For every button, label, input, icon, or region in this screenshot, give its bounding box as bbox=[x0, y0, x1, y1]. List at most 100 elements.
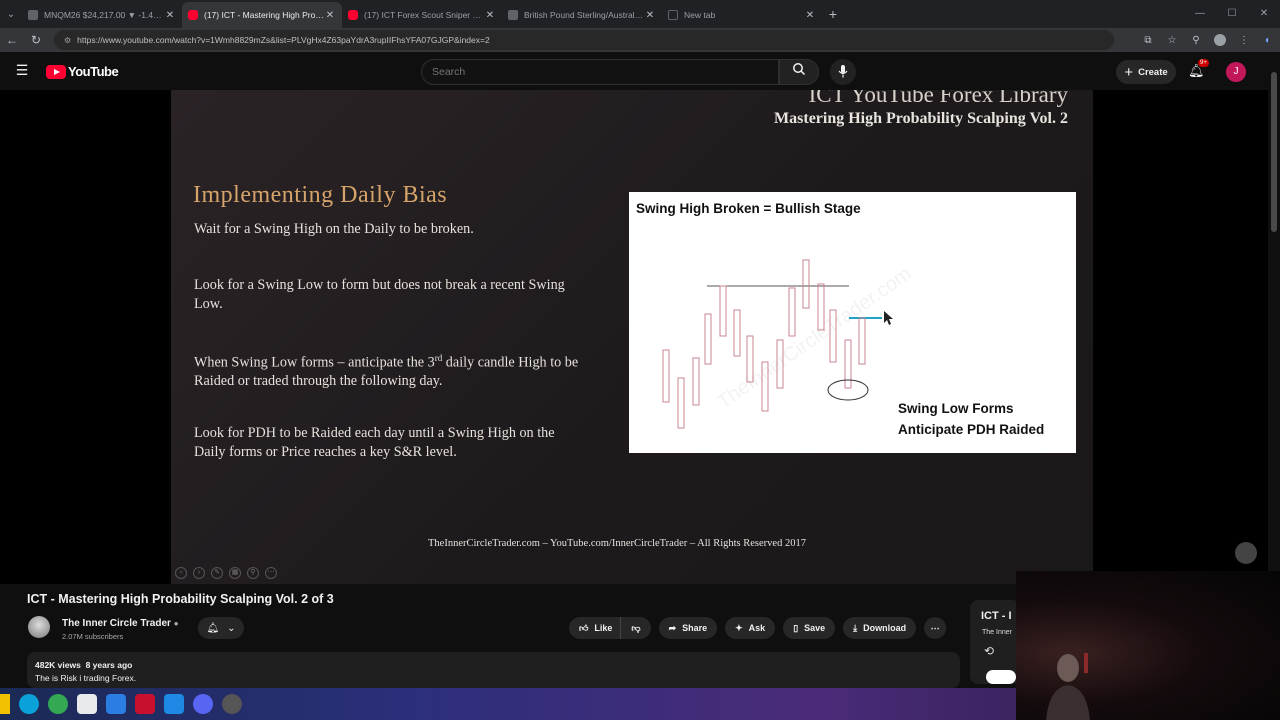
chrome-icon[interactable] bbox=[48, 694, 68, 714]
dislike-button[interactable]: 👎︎ bbox=[620, 617, 651, 639]
extensions-icon[interactable]: ⚲ bbox=[1184, 35, 1208, 46]
browser-tab-4[interactable]: British Pound Sterling/Australian D ✕ bbox=[502, 2, 662, 28]
video-title: ICT - Mastering High Probability Scalpin… bbox=[27, 592, 334, 606]
edge-icon[interactable] bbox=[19, 694, 39, 714]
screen: ⌄ MNQM26 $24,217.00 ▼ -1.48% ✕ (17) ICT … bbox=[0, 0, 1280, 720]
slide-bullet-1: Wait for a Swing High on the Daily to be… bbox=[194, 221, 474, 237]
download-label: Download bbox=[863, 623, 907, 633]
save-label: Save bbox=[804, 623, 826, 633]
blank-favicon-icon bbox=[668, 10, 678, 20]
verified-icon: ● bbox=[173, 619, 179, 628]
slide-footer: TheInnerCircleTrader.com – YouTube.com/I… bbox=[428, 538, 806, 549]
close-icon[interactable]: ✕ bbox=[804, 10, 816, 21]
webcam-overlay bbox=[1016, 571, 1280, 720]
browser-tab-1[interactable]: MNQM26 $24,217.00 ▼ -1.48% ✕ bbox=[22, 2, 182, 28]
browser-tab-3[interactable]: (17) ICT Forex Scout Sniper Basic F ✕ bbox=[342, 2, 502, 28]
mcafee-icon[interactable] bbox=[135, 694, 155, 714]
toggle-switch[interactable] bbox=[986, 670, 1016, 684]
window-controls: — ☐ ✕ bbox=[1184, 0, 1280, 28]
presentation-slide: ICT YouTube Forex Library Mastering High… bbox=[171, 90, 1093, 584]
close-icon[interactable]: ✕ bbox=[484, 10, 496, 21]
loop-icon[interactable]: ⟲ bbox=[984, 644, 994, 658]
channel-name[interactable]: The Inner Circle Trader ● bbox=[62, 618, 179, 629]
previous-icon[interactable]: ‹ bbox=[175, 567, 187, 579]
more-actions-button[interactable]: ⋯ bbox=[924, 617, 947, 639]
channel-avatar[interactable] bbox=[28, 616, 50, 638]
new-tab-icon[interactable]: + bbox=[822, 6, 844, 22]
generic-favicon-icon bbox=[508, 10, 518, 20]
share-label: Share bbox=[682, 623, 708, 633]
presenter-avatar-icon bbox=[1235, 542, 1257, 564]
like-label: Like bbox=[594, 623, 613, 633]
webcam-person-image bbox=[1046, 653, 1090, 720]
subscription-bell-button[interactable]: 🔔︎ ⌄ bbox=[198, 617, 244, 639]
diagram-note-line-1: Swing Low Forms bbox=[898, 401, 1014, 416]
share-button[interactable]: ➦ Share bbox=[658, 617, 718, 639]
video-actions: 👍︎ Like 👎︎ ➦ Share ✦ Ask ▯ Save ⤓ Downlo… bbox=[569, 617, 947, 639]
vscode-icon[interactable] bbox=[106, 694, 126, 714]
url-field[interactable]: ⚙ https://www.youtube.com/watch?v=1Wmh88… bbox=[54, 30, 1114, 50]
close-icon[interactable]: ✕ bbox=[644, 10, 656, 21]
chevron-down-icon: ⌄ bbox=[227, 622, 236, 634]
slides-icon[interactable]: ▦ bbox=[229, 567, 241, 579]
ask-button[interactable]: ✦ Ask bbox=[725, 617, 776, 639]
like-button[interactable]: 👍︎ Like bbox=[569, 617, 621, 639]
notifications-button[interactable]: 🔔︎ 9+ bbox=[1188, 59, 1209, 79]
browser-tab-2[interactable]: (17) ICT - Mastering High Probabi ✕ bbox=[182, 2, 342, 28]
more-icon[interactable]: ⋯ bbox=[265, 567, 277, 579]
profile-icon[interactable] bbox=[1214, 34, 1226, 46]
youtube-favicon-icon bbox=[348, 10, 358, 20]
maximize-icon[interactable]: ☐ bbox=[1216, 0, 1248, 28]
description-box[interactable]: 482K views 8 years ago The is Risk i tra… bbox=[27, 652, 960, 688]
search-input[interactable] bbox=[422, 60, 762, 84]
bookmark-icon: ▯ bbox=[793, 622, 799, 633]
url-text: https://www.youtube.com/watch?v=1Wmh8829… bbox=[77, 35, 490, 45]
tab-search-icon[interactable]: ⌄ bbox=[0, 9, 22, 20]
diagram-note: Swing Low Forms Anticipate PDH Raided bbox=[898, 398, 1044, 440]
account-avatar[interactable]: J bbox=[1226, 62, 1246, 82]
save-button[interactable]: ▯ Save bbox=[783, 617, 836, 639]
bookmark-star-icon[interactable]: ☆ bbox=[1160, 35, 1184, 46]
next-icon[interactable]: › bbox=[193, 567, 205, 579]
pen-icon[interactable]: ✎ bbox=[211, 567, 223, 579]
chrome-profile-icon[interactable] bbox=[222, 694, 242, 714]
store-icon[interactable] bbox=[77, 694, 97, 714]
tab-label: British Pound Sterling/Australian D bbox=[524, 10, 644, 20]
slide-library-title: ICT YouTube Forex Library bbox=[808, 90, 1068, 107]
browser-tab-5[interactable]: New tab ✕ bbox=[662, 2, 822, 28]
copilot-icon[interactable]: ◐ bbox=[1256, 35, 1280, 46]
menu-dots-icon[interactable]: ⋮ bbox=[1232, 35, 1256, 46]
site-info-icon[interactable]: ⚙ bbox=[64, 36, 71, 45]
download-button[interactable]: ⤓ Download bbox=[843, 617, 917, 639]
slide-bullet-3: When Swing Low forms – anticipate the 3r… bbox=[194, 349, 584, 391]
youtube-favicon-icon bbox=[188, 10, 198, 20]
minimize-icon[interactable]: — bbox=[1184, 0, 1216, 28]
up-next-channel: The Inner bbox=[982, 629, 1012, 636]
install-icon[interactable]: ⧉ bbox=[1136, 35, 1160, 46]
voice-search-button[interactable] bbox=[830, 59, 856, 85]
channel-name-text: The Inner Circle Trader bbox=[62, 618, 171, 629]
up-next-card[interactable]: ICT - I The Inner ⟲ bbox=[970, 600, 1020, 684]
youtube-logo[interactable]: YouTube bbox=[46, 64, 119, 79]
app-icon[interactable] bbox=[164, 694, 184, 714]
view-count: 482K views bbox=[35, 660, 81, 670]
thumbs-down-icon: 👎︎ bbox=[631, 622, 641, 633]
address-bar: ← ↻ ⚙ https://www.youtube.com/watch?v=1W… bbox=[0, 28, 1280, 52]
reload-icon[interactable]: ↻ bbox=[24, 33, 48, 47]
scrollbar-thumb[interactable] bbox=[1271, 72, 1277, 232]
microphone-icon bbox=[838, 65, 848, 78]
zoom-icon[interactable]: ⚲ bbox=[247, 567, 259, 579]
close-window-icon[interactable]: ✕ bbox=[1248, 0, 1280, 28]
video-player[interactable]: ICT YouTube Forex Library Mastering High… bbox=[0, 90, 1268, 584]
close-icon[interactable]: ✕ bbox=[164, 10, 176, 21]
back-arrow-icon[interactable]: ← bbox=[0, 33, 24, 47]
hamburger-menu-icon[interactable]: ☰ bbox=[14, 62, 30, 78]
search-button[interactable] bbox=[779, 59, 819, 85]
close-icon[interactable]: ✕ bbox=[324, 10, 336, 21]
file-explorer-icon[interactable] bbox=[0, 694, 10, 714]
discord-icon[interactable] bbox=[193, 694, 213, 714]
slide-heading: Implementing Daily Bias bbox=[193, 182, 448, 208]
slide-bullet-4: Look for PDH to be Raided each day until… bbox=[194, 425, 555, 460]
youtube-header: ☰ YouTube + Create 🔔︎ 9+ bbox=[0, 52, 1280, 90]
create-button[interactable]: + Create bbox=[1116, 60, 1176, 84]
